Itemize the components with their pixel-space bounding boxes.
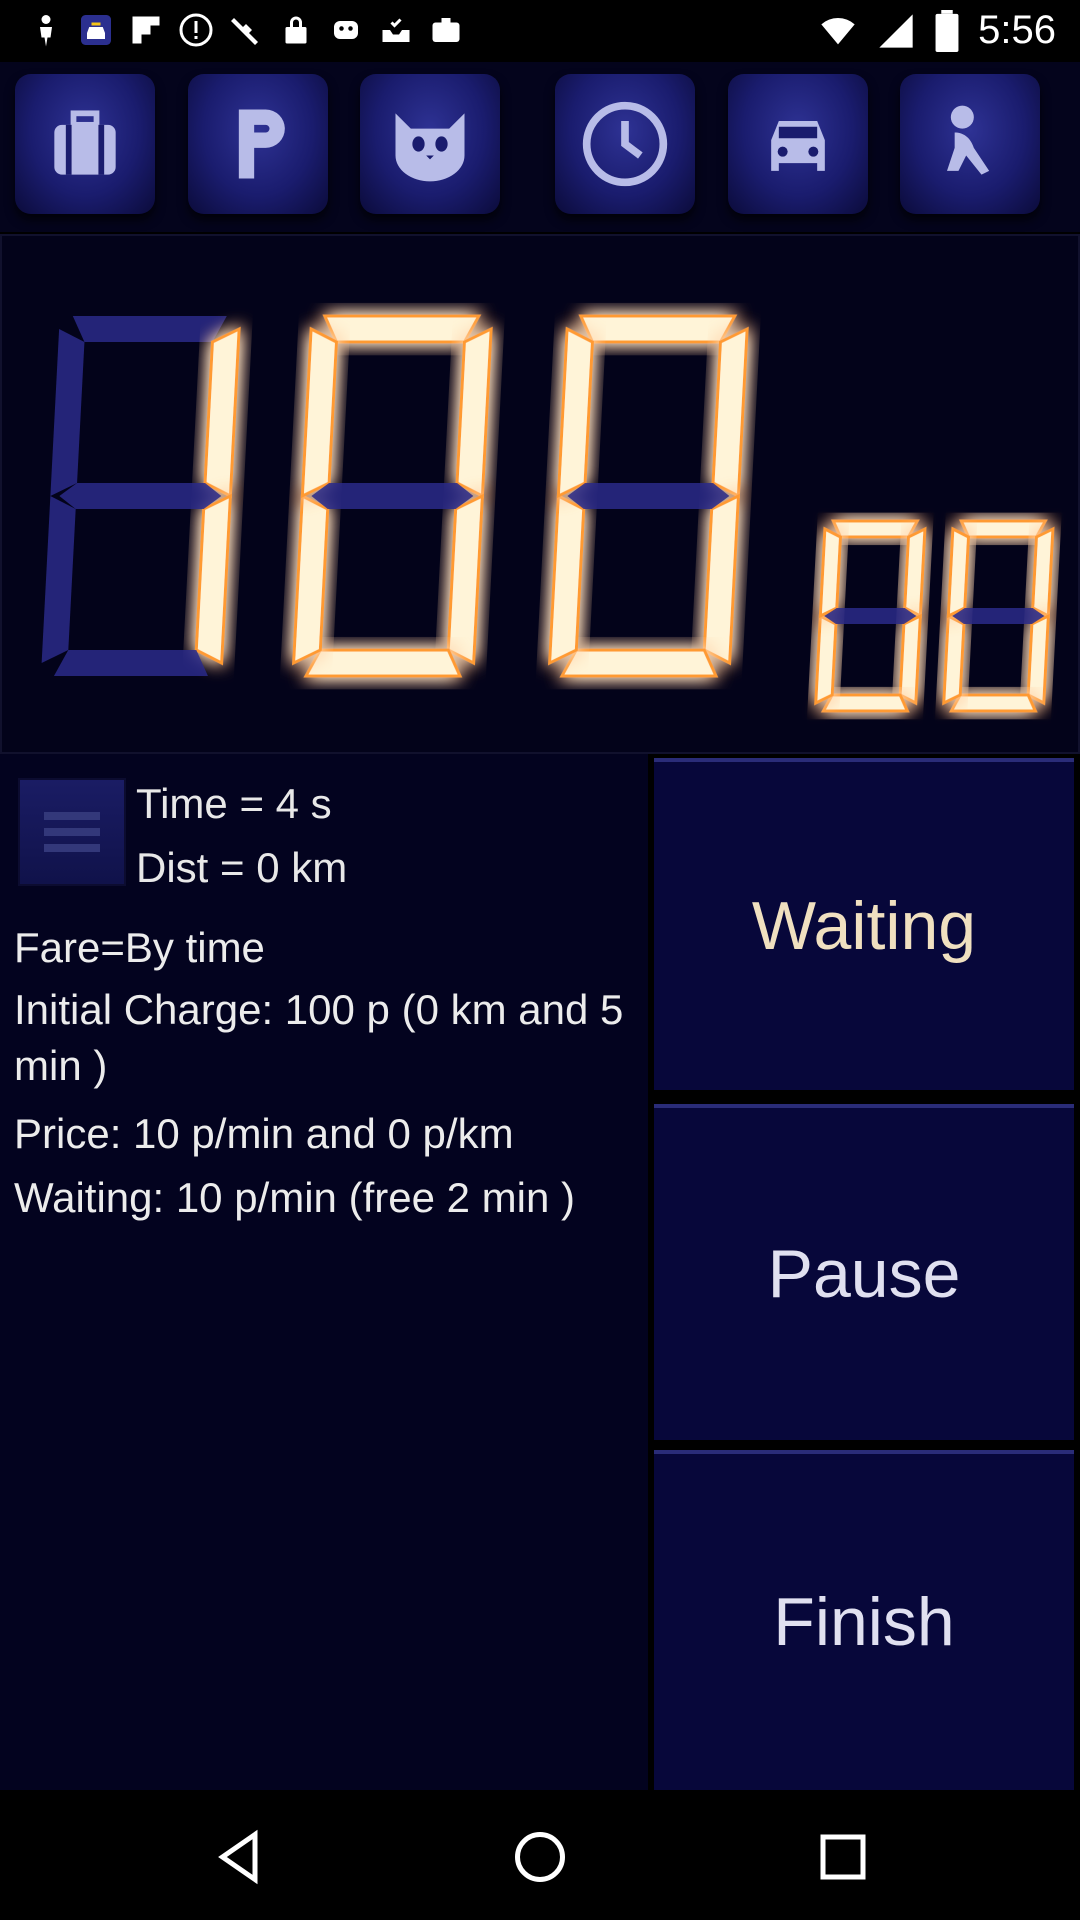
recents-button[interactable] <box>808 1822 878 1892</box>
digit-2-segment-f <box>300 326 338 499</box>
digit-11-segment-b <box>1031 526 1055 619</box>
waiting-rate: Waiting: 10 p/min (free 2 min ) <box>14 1174 575 1221</box>
battery-icon <box>935 9 959 52</box>
digit-2-segment-c <box>446 493 485 666</box>
inbox-check-icon <box>378 10 414 50</box>
fare-display <box>0 234 1080 754</box>
notification-icons <box>28 10 464 50</box>
digit-10-segment-g <box>824 608 917 624</box>
digit-2-segment-e <box>291 493 330 666</box>
status-bar: 5:56 <box>0 0 1080 62</box>
pause-button[interactable]: Pause <box>654 1104 1074 1440</box>
digit-11-segment-d <box>948 693 1038 713</box>
digit-10-segment-f <box>818 526 843 619</box>
passenger-button[interactable] <box>900 74 1040 214</box>
digit-10-segment-b <box>903 526 927 619</box>
menu-icon <box>44 804 100 860</box>
digit-2-segment-g <box>311 483 474 509</box>
menu-button[interactable] <box>18 778 126 886</box>
digit-3-segment-f <box>556 326 594 499</box>
car-icon <box>771 121 825 171</box>
digit-10-segment-d <box>820 693 910 713</box>
fare-mode: Fare=By time <box>14 924 265 971</box>
screen: 5:56 Time = 4 s Dist = 0 km Fare=By time… <box>0 0 1080 1920</box>
briefcase-icon <box>428 10 464 50</box>
digit-11-segment-a <box>958 519 1048 539</box>
time-button[interactable] <box>555 74 695 214</box>
cat-icon <box>395 113 465 182</box>
luggage-icon <box>54 110 116 175</box>
finish-button[interactable]: Finish <box>654 1450 1074 1790</box>
luggage-button[interactable] <box>15 74 155 214</box>
lock-icon <box>278 10 314 50</box>
waiting-button[interactable]: Waiting <box>654 758 1074 1090</box>
back-icon <box>218 1829 258 1885</box>
parking-button[interactable] <box>188 74 328 214</box>
digit-11-segment-c <box>1026 613 1050 706</box>
digit-2-segment-a <box>322 314 482 344</box>
wifi-icon <box>821 17 855 44</box>
taxi-app-icon <box>78 10 114 50</box>
home-icon <box>515 1832 565 1882</box>
system-status: 5:56 <box>818 8 1056 53</box>
distance: Dist = 0 km <box>136 844 348 891</box>
pet-button[interactable] <box>360 74 500 214</box>
digit-1-segment-g <box>59 483 222 509</box>
parking-icon <box>238 109 285 179</box>
clock-time: 5:56 <box>978 8 1056 52</box>
digit-10-segment-c <box>898 613 922 706</box>
digit-1-segment-c <box>194 493 233 666</box>
home-button[interactable] <box>505 1822 575 1892</box>
toolbar <box>0 62 1080 232</box>
recents-icon <box>820 1834 866 1880</box>
elapsed-time: Time = 4 s <box>136 780 332 827</box>
car-button[interactable] <box>728 74 868 214</box>
digit-2-segment-b <box>455 326 493 499</box>
digit-11-segment-e <box>942 613 966 706</box>
person-icon <box>947 105 990 175</box>
signal-icon <box>879 13 913 48</box>
initial-charge: Initial Charge: 100 p (0 km and 5 min ) <box>14 986 624 1089</box>
digit-3-segment-e <box>547 493 586 666</box>
price-rate: Price: 10 p/min and 0 p/km <box>14 1110 514 1157</box>
navigation-bar <box>0 1792 1080 1920</box>
digit-3-segment-c <box>702 493 741 666</box>
seven-segment-meter <box>41 314 1055 713</box>
digit-3-segment-g <box>567 483 730 509</box>
digit-3-segment-b <box>711 326 749 499</box>
info-panel: Time = 4 s Dist = 0 km Fare=By time Init… <box>0 754 648 1790</box>
info-icon <box>178 10 214 50</box>
digit-11-segment-g <box>952 608 1045 624</box>
digit-10-segment-a <box>830 519 920 539</box>
android-icon <box>328 10 364 50</box>
flipboard-icon <box>128 10 164 50</box>
digit-1-segment-d <box>53 650 208 676</box>
digit-1-segment-f <box>50 329 85 496</box>
digit-11-segment-f <box>946 526 971 619</box>
digit-3-segment-d <box>559 648 719 678</box>
digit-3-segment-a <box>578 314 738 344</box>
digit-1-segment-e <box>41 496 76 663</box>
digit-1-segment-a <box>72 316 227 342</box>
satellite-icon <box>228 10 264 50</box>
clock-icon <box>582 101 668 187</box>
digit-1-segment-b <box>203 326 241 499</box>
digit-2-segment-d <box>303 648 463 678</box>
back-button[interactable] <box>205 1822 275 1892</box>
digit-10-segment-e <box>814 613 838 706</box>
user-icon <box>28 10 64 50</box>
